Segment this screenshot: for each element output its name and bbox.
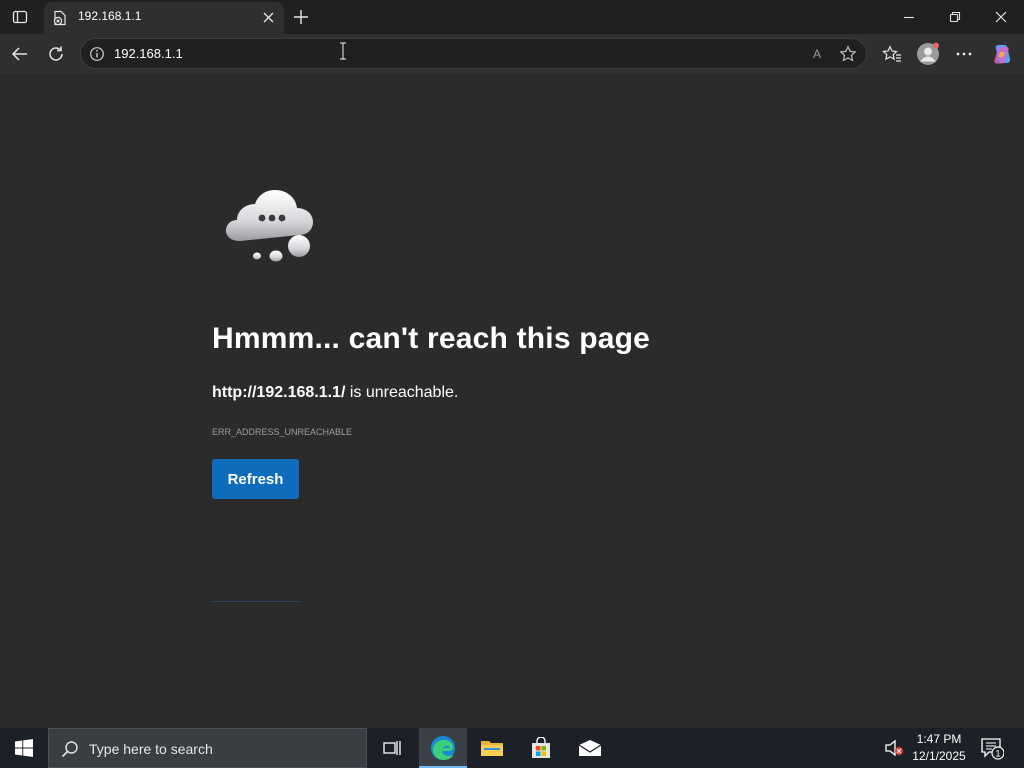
restore-button[interactable] (932, 0, 978, 34)
minimize-icon (904, 16, 914, 19)
text-cursor-icon (340, 42, 346, 60)
notification-count: 1 (995, 749, 1000, 759)
browser-toolbar: 192.168.1.1 A (0, 34, 1024, 74)
copilot-button[interactable] (987, 39, 1017, 69)
restore-icon (949, 11, 961, 23)
folder-icon (481, 741, 503, 756)
edge-taskbar-button[interactable] (419, 728, 467, 768)
minimize-button[interactable] (886, 0, 932, 34)
system-clock[interactable]: 1:47 PM 12/1/2025 (906, 731, 972, 765)
tab-close-button[interactable] (260, 9, 276, 25)
new-tab-button[interactable] (289, 5, 313, 29)
tab-actions-button[interactable] (6, 4, 34, 30)
close-icon (995, 11, 1007, 23)
unreachable-url: http://192.168.1.1/ (212, 384, 346, 401)
favorite-star-icon[interactable] (839, 45, 857, 63)
favorites-icon (882, 45, 901, 62)
refresh-icon (49, 46, 63, 61)
address-bar[interactable]: 192.168.1.1 A (80, 38, 867, 69)
active-tab[interactable]: 192.168.1.1 (44, 2, 284, 34)
cloud-icon (225, 190, 313, 262)
tab-actions-icon (12, 10, 28, 24)
ellipsis-icon (956, 52, 972, 56)
title-bar: 192.168.1.1 (0, 0, 1024, 34)
close-icon (263, 12, 273, 22)
notification-icon[interactable]: 1 (980, 736, 1004, 760)
tab-title: 192.168.1.1 (78, 9, 142, 23)
search-icon (61, 741, 78, 758)
read-aloud-icon[interactable]: A (808, 45, 826, 63)
copilot-icon (994, 45, 1011, 64)
store-bag-icon (532, 737, 550, 758)
close-window-button[interactable] (978, 0, 1024, 34)
avatar-icon (917, 42, 939, 65)
error-description: http://192.168.1.1/ is unreachable. (212, 384, 458, 402)
back-arrow-icon (11, 47, 27, 61)
store-button[interactable] (517, 728, 565, 768)
profile-button[interactable] (913, 39, 943, 69)
unreachable-message: is unreachable. (345, 384, 459, 401)
favorites-button[interactable] (877, 39, 907, 69)
error-code: ERR_ADDRESS_UNREACHABLE (212, 427, 353, 437)
address-url: 192.168.1.1 (114, 46, 183, 61)
info-icon[interactable] (89, 46, 105, 62)
task-view-icon (383, 741, 401, 755)
volume-muted-icon[interactable] (884, 739, 904, 757)
clock-date: 12/1/2025 (912, 749, 966, 763)
task-view-button[interactable] (368, 728, 416, 768)
file-explorer-button[interactable] (468, 728, 516, 768)
search-placeholder: Type here to search (89, 741, 213, 757)
back-button[interactable] (5, 39, 35, 69)
divider (212, 601, 300, 602)
windows-logo-icon (15, 739, 33, 757)
taskbar-search[interactable]: Type here to search (48, 728, 367, 768)
page-error-icon (53, 10, 66, 26)
error-heading: Hmmm... can't reach this page (212, 322, 651, 355)
clock-time: 1:47 PM (916, 732, 962, 746)
error-page: Hmmm... can't reach this page http://192… (4, 74, 1020, 726)
mail-icon (578, 740, 602, 756)
taskbar: Type here to search 1:47 PM 12/1/2025 1 (0, 728, 1024, 768)
refresh-page-button[interactable]: Refresh (212, 459, 299, 499)
mail-button[interactable] (566, 728, 614, 768)
plus-icon (294, 10, 308, 24)
more-options-button[interactable] (949, 39, 979, 69)
start-button[interactable] (0, 728, 48, 768)
refresh-button[interactable] (41, 39, 71, 69)
edge-icon (431, 736, 455, 760)
